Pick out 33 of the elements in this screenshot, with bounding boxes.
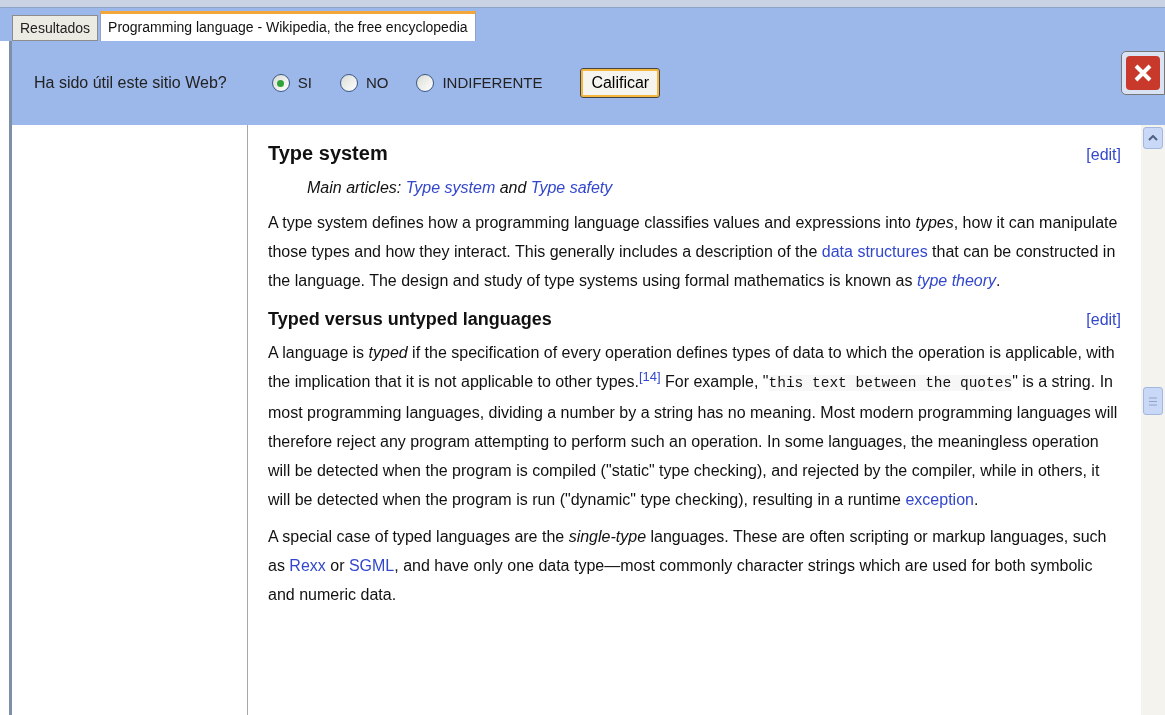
paragraph: A special case of typed languages are the single-type languages. These are often scripting or markup languages, such as Rexx or SGML, and have only one data type—most commonly character strings which are used for both symbolic and numeric data. [268,527,1108,605]
link[interactable]: type theory [916,272,997,289]
link[interactable]: exception [905,491,974,508]
section-heading: Typed versus untyped languages [268,308,552,331]
radio-button[interactable] [271,74,290,92]
radio-button[interactable] [416,74,435,92]
citation-link[interactable]: [14] [638,368,661,384]
chevron-up-icon [1148,135,1158,141]
link[interactable]: Type system [405,179,496,196]
scroll-thumb[interactable] [1143,387,1163,415]
edit-link[interactable]: [edit] [1086,140,1121,169]
paragraph: A language is typed if the specification of every operation defines types of data to which the operation is applicable, with the implication that it is not applicable to other types.$^{[14]}$ For example, "this text between the quotes" is a string. In most programming languages, dividing a number by a string has no meaning. Most modern programming languages will therefore reject any program attempting to perform such an operation. In some languages, the meaningless operation will be detected when the program is compiled ("static" type checking), and rejected by the compiler, while in others, it will be detected when the program is run ("dynamic" type checking), resulting in a runtime exception. [268,343,1119,510]
rate-button[interactable]: Calificar [580,68,661,98]
close-icon [1125,55,1161,91]
radio-label[interactable]: INDIFERENTE [442,71,543,95]
hatnote: Main articles: Type system and Type safety [306,178,614,198]
tab[interactable]: Resultados [12,15,99,41]
section-heading: Type system [268,141,388,166]
paragraph: A type system defines how a programming language classifies values and expressions into types, how it can manipulate those types and how they interact. This generally includes a description of the data structures that can be constructed in the language. The design and study of type systems using formal mathematics is known as type theory. [268,213,1119,291]
scroll-up-button[interactable] [1143,127,1163,149]
question-text: Ha sido útil este sitio Web? [34,73,227,93]
link[interactable]: Rexx [289,557,326,574]
radio-button[interactable] [339,74,358,92]
link[interactable]: data structures [821,243,928,260]
edit-link[interactable]: [edit] [1086,305,1121,334]
radio-label[interactable]: SI [297,71,312,95]
tab[interactable]: Programming language - Wikipedia, the free encyclopedia [100,11,476,41]
grip-icon [1149,396,1157,406]
scrollbar[interactable] [1141,125,1165,715]
radio-label[interactable]: NO [365,71,389,95]
close-button[interactable] [1121,51,1165,95]
link[interactable]: SGML [348,557,395,574]
link[interactable]: Type safety [530,179,613,196]
